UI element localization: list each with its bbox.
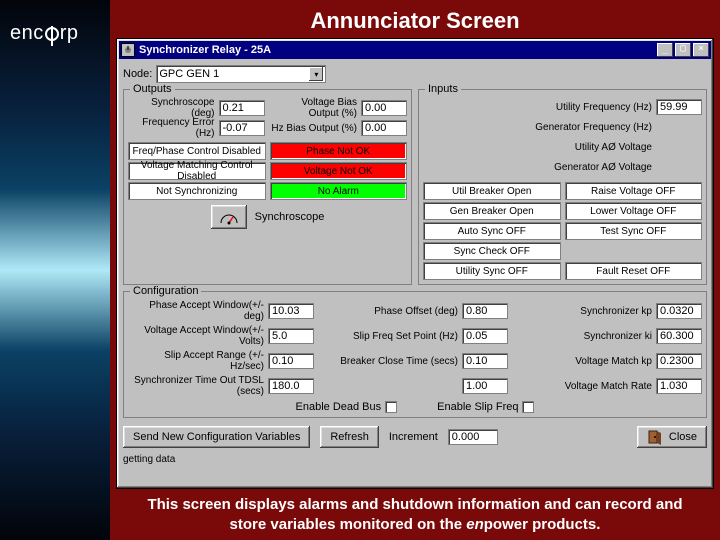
- minimize-button[interactable]: _: [657, 43, 673, 57]
- vmatch-rate-label: Voltage Match Rate: [516, 381, 652, 392]
- voltage-bias-label: Voltage Bias Output (%): [271, 97, 358, 119]
- configuration-legend: Configuration: [130, 285, 201, 297]
- refresh-button[interactable]: Refresh: [320, 426, 379, 448]
- sync-ki-field[interactable]: 60.300: [656, 328, 702, 344]
- voltage-accept-label: Voltage Accept Window(+/- Volts): [128, 325, 264, 347]
- increment-field[interactable]: 0.000: [448, 429, 498, 445]
- phase-accept-label: Phase Accept Window(+/- deg): [128, 300, 264, 322]
- caption-a: This screen displays alarms and shutdown…: [147, 496, 682, 533]
- titlebar[interactable]: Synchronizer Relay - 25A _ ▢ ×: [119, 41, 711, 59]
- annun-auto-sync-off: Auto Sync OFF: [423, 222, 561, 240]
- close-button[interactable]: Close: [637, 426, 707, 448]
- brand-logo: enc rp: [10, 22, 100, 45]
- gauge-icon: [219, 209, 239, 225]
- inputs-legend: Inputs: [425, 83, 461, 95]
- slip-accept-field[interactable]: 0.10: [268, 353, 314, 369]
- annun-lower-voltage-off: Lower Voltage OFF: [565, 202, 703, 220]
- sync-timeout-label: Synchronizer Time Out TDSL (secs): [128, 375, 264, 397]
- annun-voltage-not-ok: Voltage Not OK: [270, 162, 408, 180]
- caption-b: power products.: [484, 516, 601, 533]
- outputs-legend: Outputs: [130, 83, 175, 95]
- annun-sync-check-off: Sync Check OFF: [423, 242, 561, 260]
- annun-test-sync-off: Test Sync OFF: [565, 222, 703, 240]
- annun-not-synchronizing: Not Synchronizing: [128, 182, 266, 200]
- vmatch-kp-field[interactable]: 0.2300: [656, 353, 702, 369]
- vmatch-kp-label: Voltage Match kp: [516, 356, 652, 367]
- hz-bias-label: Hz Bias Output (%): [271, 123, 358, 134]
- increment-label: Increment: [389, 431, 438, 443]
- inputs-group: Inputs Utility Frequency (Hz) 59.99 Gene…: [418, 89, 707, 285]
- synchroscope-button[interactable]: [211, 205, 247, 229]
- node-value: GPC GEN 1: [159, 68, 219, 80]
- chevron-down-icon[interactable]: ▾: [309, 67, 323, 81]
- status-text: getting data: [123, 454, 707, 465]
- voltage-bias-field[interactable]: 0.00: [361, 100, 407, 116]
- slide-left-strip: enc rp: [0, 0, 110, 540]
- breaker-close-field[interactable]: 0.10: [462, 353, 508, 369]
- phase-offset-field[interactable]: 0.80: [462, 303, 508, 319]
- refresh-label: Refresh: [330, 431, 369, 443]
- voltage-accept-field[interactable]: 5.0: [268, 328, 314, 344]
- slip-setpoint-label: Slip Freq Set Point (Hz): [322, 331, 458, 342]
- gen-freq-label: Generator Frequency (Hz): [423, 122, 656, 133]
- brand-text-a: enc: [10, 22, 44, 45]
- caption-em: en: [466, 516, 484, 533]
- door-icon: [647, 429, 663, 445]
- annun-phase-not-ok: Phase Not OK: [270, 142, 408, 160]
- util-freq-field[interactable]: 59.99: [656, 99, 702, 115]
- node-label: Node:: [123, 68, 152, 80]
- slip-accept-label: Slip Accept Range (+/- Hz/sec): [128, 350, 264, 372]
- freq-error-field[interactable]: -0.07: [219, 120, 265, 136]
- synchroscope-deg-field[interactable]: 0.21: [219, 100, 265, 116]
- annun-voltage-match-disabled: Voltage Matching Control Disabled: [128, 162, 266, 180]
- util-av-label: Utility AØ Voltage: [423, 142, 656, 153]
- close-label: Close: [669, 431, 697, 443]
- send-config-label: Send New Configuration Variables: [133, 431, 300, 443]
- freq-error-label: Frequency Error (Hz): [128, 117, 215, 139]
- annun-utility-sync-off: Utility Sync OFF: [423, 262, 561, 280]
- annun-no-alarm: No Alarm: [270, 182, 408, 200]
- sync-kp-field[interactable]: 0.0320: [656, 303, 702, 319]
- util-freq-label: Utility Frequency (Hz): [423, 102, 656, 113]
- enable-deadbus-checkbox[interactable]: [385, 401, 397, 413]
- annun-gen-breaker-open: Gen Breaker Open: [423, 202, 561, 220]
- outputs-group: Outputs Synchroscope (deg) 0.21 Freque: [123, 89, 412, 285]
- enable-deadbus-label: Enable Dead Bus: [296, 401, 382, 413]
- enable-slipfreq-label: Enable Slip Freq: [437, 401, 518, 413]
- brand-text-b: rp: [60, 22, 79, 45]
- sync-ki-label: Synchronizer ki: [516, 331, 652, 342]
- phase-offset-label: Phase Offset (deg): [322, 306, 458, 317]
- window-title: Synchronizer Relay - 25A: [139, 44, 657, 56]
- sync-timeout-field[interactable]: 180.0: [268, 378, 314, 394]
- gen-av-label: Generator AØ Voltage: [423, 162, 656, 173]
- blank-field[interactable]: 1.00: [462, 378, 508, 394]
- app-icon: [121, 43, 135, 57]
- synchroscope-caption: Synchroscope: [255, 211, 325, 223]
- enable-slipfreq-checkbox[interactable]: [522, 401, 534, 413]
- maximize-button[interactable]: ▢: [675, 43, 691, 57]
- sync-relay-window: Synchronizer Relay - 25A _ ▢ × Node: GPC…: [116, 38, 714, 489]
- hz-bias-field[interactable]: 0.00: [361, 120, 407, 136]
- slide-caption: This screen displays alarms and shutdown…: [110, 489, 720, 540]
- phase-accept-field[interactable]: 10.03: [268, 303, 314, 319]
- send-config-button[interactable]: Send New Configuration Variables: [123, 426, 310, 448]
- annun-fault-reset-off: Fault Reset OFF: [565, 262, 703, 280]
- configuration-group: Configuration Phase Accept Window(+/- de…: [123, 291, 707, 418]
- slide-title: Annunciator Screen: [110, 0, 720, 38]
- annun-freq-phase-disabled: Freq/Phase Control Disabled: [128, 142, 266, 160]
- annun-raise-voltage-off: Raise Voltage OFF: [565, 182, 703, 200]
- node-combo[interactable]: GPC GEN 1 ▾: [156, 65, 326, 83]
- close-window-button[interactable]: ×: [693, 43, 709, 57]
- breaker-close-label: Breaker Close Time (secs): [322, 356, 458, 367]
- brand-o-icon: [45, 27, 59, 41]
- sync-kp-label: Synchronizer kp: [516, 306, 652, 317]
- slip-setpoint-field[interactable]: 0.05: [462, 328, 508, 344]
- vmatch-rate-field[interactable]: 1.030: [656, 378, 702, 394]
- annun-util-breaker-open: Util Breaker Open: [423, 182, 561, 200]
- synchroscope-deg-label: Synchroscope (deg): [128, 97, 215, 119]
